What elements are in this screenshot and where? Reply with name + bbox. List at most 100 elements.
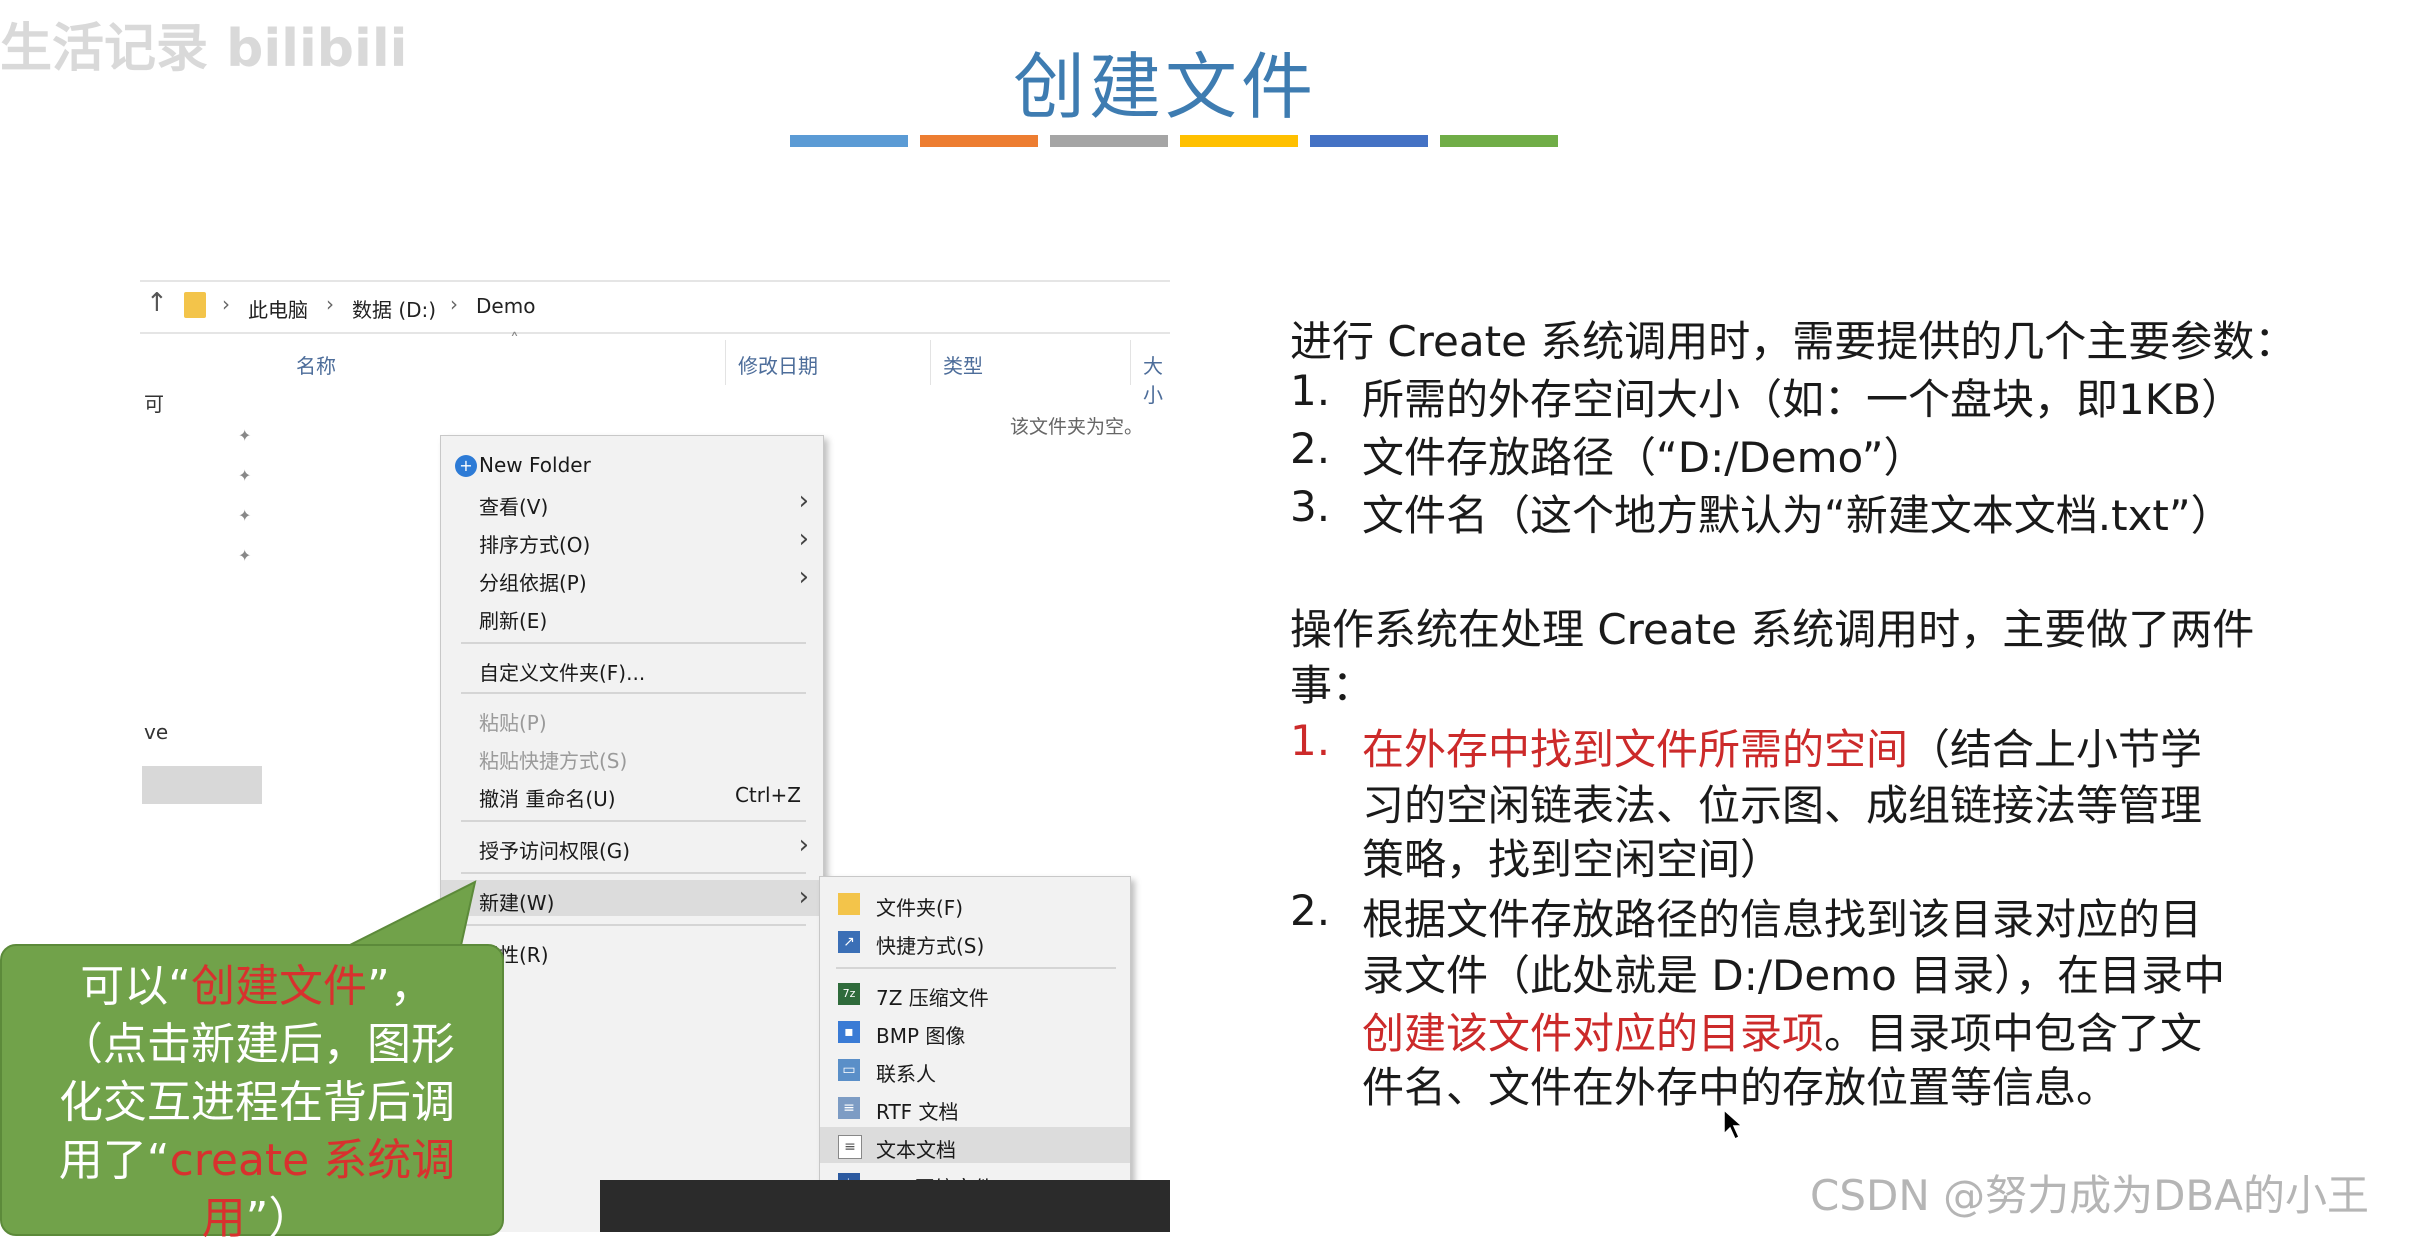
menu-item-label: 刷新(E) bbox=[479, 609, 548, 633]
submenu-item-contact[interactable]: ▭ 联系人 bbox=[820, 1051, 1130, 1087]
chevron-right-icon: › bbox=[798, 562, 809, 592]
column-divider[interactable] bbox=[725, 340, 726, 385]
param-item: 文件名（这个地方默认为“新建文本文档.txt”） bbox=[1362, 491, 2233, 540]
chevron-right-icon: › bbox=[450, 292, 458, 316]
shortcut-icon: ↗ bbox=[838, 931, 860, 953]
menu-item-label: 排序方式(O) bbox=[479, 533, 591, 557]
image-icon: ▪ bbox=[838, 1021, 860, 1043]
sort-up-icon: ˄ bbox=[510, 330, 519, 351]
chevron-right-icon: › bbox=[326, 292, 334, 316]
submenu-item-label: 快捷方式(S) bbox=[876, 934, 985, 958]
text-file-icon: ≡ bbox=[838, 1135, 862, 1159]
document-icon: ≡ bbox=[838, 1097, 860, 1119]
title-color-bar bbox=[1310, 135, 1428, 147]
chevron-right-icon: › bbox=[798, 486, 809, 516]
folder-icon bbox=[184, 292, 206, 318]
title-color-bar bbox=[1180, 135, 1298, 147]
menu-divider bbox=[461, 692, 806, 694]
step2-line4: 件名、文件在外存中的存放位置等信息。 bbox=[1362, 1063, 2119, 1112]
menu-item-refresh[interactable]: 刷新(E) bbox=[441, 598, 823, 634]
list-number: 2. bbox=[1290, 424, 1331, 473]
callout-text: 可以“创建文件”， （点击新建后，图形 化交互进程在背后调 用了“create … bbox=[58, 961, 456, 1244]
submenu-item-label: BMP 图像 bbox=[876, 1024, 966, 1048]
pin-icon: ✦ bbox=[238, 466, 252, 485]
menu-divider bbox=[461, 820, 806, 822]
menu-item-label: 查看(V) bbox=[479, 495, 549, 519]
step1-line1: 在外存中找到文件所需的空间（结合上小节学 bbox=[1362, 725, 2203, 774]
step1-line2: 习的空闲链表法、位示图、成组链接法等管理 bbox=[1362, 781, 2203, 830]
column-divider[interactable] bbox=[930, 340, 931, 385]
pin-icon: ✦ bbox=[238, 426, 252, 445]
menu-item-label: 授予访问权限(G) bbox=[479, 839, 631, 863]
breadcrumb-demo[interactable]: Demo bbox=[476, 294, 535, 318]
menu-item-label: 粘贴快捷方式(S) bbox=[479, 749, 628, 773]
menu-item-label: 粘贴(P) bbox=[479, 711, 547, 735]
submenu-item-label: 联系人 bbox=[876, 1062, 936, 1086]
address-bar[interactable]: ↑ › 此电脑 › 数据 (D:) › Demo bbox=[140, 280, 1170, 334]
list-number: 1. bbox=[1290, 716, 1331, 765]
chevron-right-icon: › bbox=[222, 292, 230, 316]
slide-title: 创建文件 bbox=[1012, 45, 1317, 129]
menu-item-label: New Folder bbox=[479, 453, 591, 477]
column-header-size[interactable]: 大小 bbox=[1143, 350, 1170, 408]
menu-divider bbox=[461, 642, 806, 644]
breadcrumb-this-pc[interactable]: 此电脑 bbox=[248, 294, 308, 323]
step2-line2: 录文件（此处就是 D:/Demo 目录），在目录中 bbox=[1362, 951, 2226, 1000]
chevron-right-icon: › bbox=[798, 524, 809, 554]
menu-item-grant-access[interactable]: 授予访问权限(G) › bbox=[441, 828, 823, 864]
menu-item-customize-folder[interactable]: 自定义文件夹(F)... bbox=[441, 650, 823, 686]
menu-item-sort-by[interactable]: 排序方式(O) › bbox=[441, 522, 823, 558]
title-color-bar bbox=[1050, 135, 1168, 147]
step2-line3: 创建该文件对应的目录项。目录项中包含了文 bbox=[1362, 1009, 2203, 1058]
submenu-item-label: 7Z 压缩文件 bbox=[876, 986, 989, 1010]
submenu-item-7z[interactable]: 7z 7Z 压缩文件 bbox=[820, 975, 1130, 1011]
contact-icon: ▭ bbox=[838, 1059, 860, 1081]
submenu-item-bmp[interactable]: ▪ BMP 图像 bbox=[820, 1013, 1130, 1049]
menu-item-new-folder[interactable]: + New Folder bbox=[441, 446, 823, 482]
new-folder-icon: + bbox=[455, 455, 477, 477]
submenu-item-folder[interactable]: 文件夹(F) bbox=[820, 885, 1130, 921]
menu-item-group-by[interactable]: 分组依据(P) › bbox=[441, 560, 823, 596]
submenu-item-shortcut[interactable]: ↗ 快捷方式(S) bbox=[820, 923, 1130, 959]
column-header-name[interactable]: 名称 bbox=[296, 350, 336, 379]
taskbar-fragment bbox=[600, 1180, 1170, 1232]
list-number: 3. bbox=[1290, 482, 1331, 531]
menu-item-paste[interactable]: 粘贴(P) bbox=[441, 700, 823, 736]
empty-folder-message: 该文件夹为空。 bbox=[1010, 416, 1144, 438]
up-arrow-icon[interactable]: ↑ bbox=[146, 288, 168, 318]
folder-icon bbox=[838, 893, 860, 915]
column-header-type[interactable]: 类型 bbox=[943, 350, 983, 379]
menu-item-paste-shortcut[interactable]: 粘贴快捷方式(S) bbox=[441, 738, 823, 774]
param-item: 文件存放路径（“D:/Demo”） bbox=[1362, 433, 1926, 482]
menu-item-undo-rename[interactable]: 撤消 重命名(U) Ctrl+Z bbox=[441, 776, 823, 812]
step1-line3: 策略，找到空闲空间） bbox=[1362, 835, 1783, 884]
submenu-item-label: 文件夹(F) bbox=[876, 896, 964, 920]
nav-pane-selected-item[interactable] bbox=[142, 766, 262, 804]
menu-item-label: 新建(W) bbox=[479, 891, 555, 915]
param-item: 所需的外存空间大小（如：一个盘块，即1KB） bbox=[1362, 375, 2244, 424]
submenu-item-label: 文本文档 bbox=[876, 1138, 956, 1162]
menu-item-label: 自定义文件夹(F)... bbox=[479, 661, 646, 685]
list-number: 1. bbox=[1290, 366, 1331, 415]
column-divider[interactable] bbox=[1130, 340, 1131, 385]
os-heading-line2: 事： bbox=[1290, 661, 1375, 710]
title-color-bar bbox=[1440, 135, 1558, 147]
submenu-item-text-document[interactable]: ≡ 文本文档 bbox=[820, 1127, 1130, 1163]
title-color-bar bbox=[790, 135, 908, 147]
breadcrumb-drive[interactable]: 数据 (D:) bbox=[352, 294, 436, 323]
menu-item-new[interactable]: 新建(W) › bbox=[441, 880, 823, 916]
menu-item-label: 撤消 重命名(U) bbox=[479, 787, 616, 811]
step2-line1: 根据文件存放路径的信息找到该目录对应的目 bbox=[1362, 895, 2203, 944]
menu-divider bbox=[836, 967, 1116, 969]
menu-item-shortcut: Ctrl+Z bbox=[734, 783, 801, 807]
column-header-date[interactable]: 修改日期 bbox=[738, 350, 818, 379]
menu-item-view[interactable]: 查看(V) › bbox=[441, 484, 823, 520]
menu-item-label: 分组依据(P) bbox=[479, 571, 587, 595]
pin-icon: ✦ bbox=[238, 546, 252, 565]
nav-pane-fragment: 可 bbox=[144, 392, 164, 416]
csdn-watermark: CSDN @努力成为DBA的小王 bbox=[1810, 1171, 2369, 1220]
chevron-right-icon: › bbox=[798, 830, 809, 860]
menu-divider bbox=[461, 924, 806, 926]
submenu-item-rtf[interactable]: ≡ RTF 文档 bbox=[820, 1089, 1130, 1125]
list-number: 2. bbox=[1290, 886, 1331, 935]
